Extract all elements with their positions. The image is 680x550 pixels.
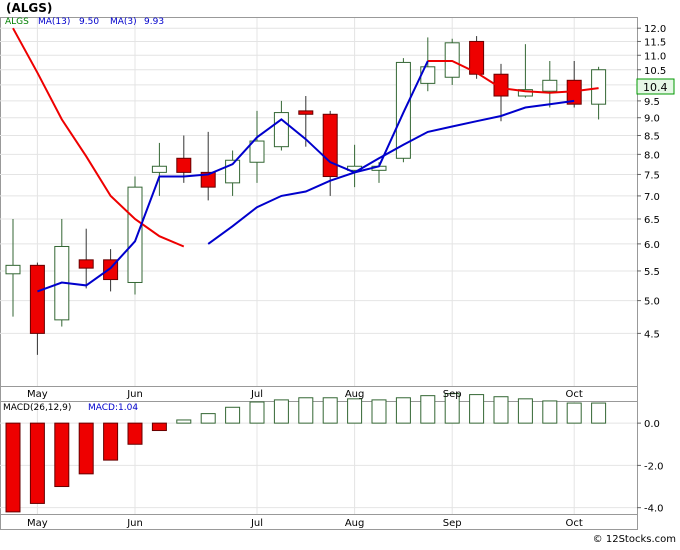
price-tick-label: 9.5 xyxy=(644,97,660,108)
price-tick-label: 6.0 xyxy=(644,240,660,251)
macd-tick-label: -2.0 xyxy=(644,461,664,472)
month-label: May xyxy=(27,389,48,400)
month-label: Oct xyxy=(566,389,583,400)
legend-ma13-value: 9.50 xyxy=(79,17,99,27)
month-label: Jul xyxy=(250,389,263,400)
legend-ma3-label: MA(3) xyxy=(110,17,137,27)
macd-bar-positive xyxy=(566,402,582,424)
candle-down xyxy=(322,113,338,178)
price-x-axis xyxy=(0,386,638,402)
price-tick-label: 7.5 xyxy=(644,170,660,181)
candle-down xyxy=(176,157,192,173)
macd-bar-positive xyxy=(420,395,436,424)
candle-up xyxy=(5,264,21,275)
macd-month-label: Jul xyxy=(250,518,263,529)
candle-up xyxy=(151,165,167,173)
price-tick-label: 5.0 xyxy=(644,297,660,308)
candle-down xyxy=(29,264,45,334)
macd-bar-negative xyxy=(103,422,119,461)
macd-bar-negative xyxy=(78,422,94,475)
month-label: Sep xyxy=(443,389,462,400)
macd-bar-positive xyxy=(249,401,265,424)
macd-bar-positive xyxy=(542,400,558,424)
macd-bar-positive xyxy=(298,397,314,424)
price-tick-label: 12.0 xyxy=(644,24,666,35)
last-price-label: 10.4 xyxy=(643,81,668,94)
macd-bar-negative xyxy=(29,422,45,504)
macd-x-axis xyxy=(0,514,638,530)
stock-chart: 12.011.511.010.510.09.59.08.58.07.57.06.… xyxy=(0,0,680,546)
price-tick-label: 5.5 xyxy=(644,267,660,278)
price-tick-label: 8.0 xyxy=(644,150,660,161)
price-tick-label: 6.5 xyxy=(644,215,660,226)
price-tick-label: 8.5 xyxy=(644,132,660,143)
macd-month-label: Oct xyxy=(566,518,583,529)
legend-ma3-value: 9.93 xyxy=(144,17,164,27)
price-tick-label: 10.5 xyxy=(644,66,666,77)
macd-title: MACD(26,12,9) xyxy=(3,403,71,413)
watermark: © 12Stocks.com xyxy=(593,534,676,545)
candle-up xyxy=(127,186,143,283)
macd-bar-positive xyxy=(517,398,533,424)
price-tick-label: 7.0 xyxy=(644,192,660,203)
macd-panel xyxy=(0,401,638,515)
price-tick-label: 4.5 xyxy=(644,329,660,340)
candle-up xyxy=(273,112,289,148)
candle-up xyxy=(249,140,265,163)
macd-tick-label: -4.0 xyxy=(644,504,664,515)
macd-bar-positive xyxy=(591,402,607,424)
macd-bar-negative xyxy=(5,422,21,513)
macd-month-label: May xyxy=(27,518,48,529)
macd-month-label: Aug xyxy=(345,518,365,529)
legend-series-label: ALGS xyxy=(5,17,29,27)
month-label: Jun xyxy=(126,389,143,400)
ticker-title: (ALGS) xyxy=(6,1,52,15)
macd-bar-positive xyxy=(371,399,387,424)
macd-month-label: Sep xyxy=(443,518,462,529)
macd-tick-label: 0.0 xyxy=(644,419,660,430)
candle-down xyxy=(78,259,94,269)
macd-bar-positive xyxy=(225,406,241,424)
macd-bar-positive xyxy=(347,398,363,424)
macd-bar-positive xyxy=(200,413,216,424)
macd-month-label: Jun xyxy=(126,518,143,529)
macd-bar-positive xyxy=(322,397,338,424)
price-panel xyxy=(0,17,638,387)
month-label: Aug xyxy=(345,389,365,400)
macd-bar-negative xyxy=(151,422,167,432)
candle-up xyxy=(591,69,607,105)
macd-bar-positive xyxy=(273,399,289,424)
macd-bar-positive xyxy=(176,419,192,424)
candle-down xyxy=(298,110,314,115)
macd-legend: MACD:1.04 xyxy=(88,403,138,413)
macd-bar-positive xyxy=(395,397,411,424)
macd-bar-negative xyxy=(127,422,143,445)
price-tick-label: 9.0 xyxy=(644,114,660,125)
macd-bar-negative xyxy=(54,422,70,488)
price-tick-label: 11.0 xyxy=(644,51,666,62)
legend-ma13-label: MA(13) xyxy=(38,17,70,27)
macd-bar-positive xyxy=(493,396,509,424)
macd-bar-positive xyxy=(469,394,485,424)
chart-canvas: 12.011.511.010.510.09.59.08.58.07.57.06.… xyxy=(0,0,680,546)
price-tick-label: 11.5 xyxy=(644,37,666,48)
candle-up xyxy=(542,79,558,92)
